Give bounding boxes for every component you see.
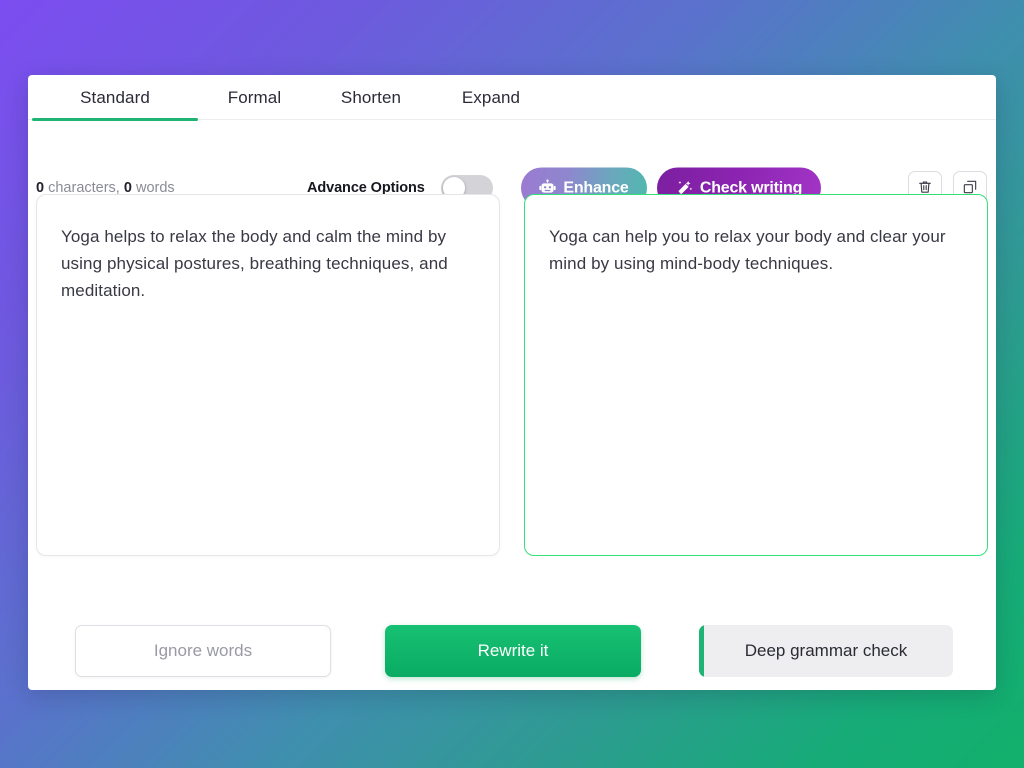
footer-actions: Ignore words Rewrite it Deep grammar che… [28,585,996,690]
editor-panels: Yoga helps to relax the body and calm th… [36,194,988,556]
ignore-words-label: Ignore words [153,641,253,660]
deep-grammar-check-button[interactable]: Deep grammar check [699,625,953,677]
result-text: Yoga can help you to relax your body and… [549,227,946,273]
deep-grammar-check-label: Deep grammar check [744,641,908,660]
result-text-panel[interactable]: Yoga can help you to relax your body and… [524,194,988,556]
mode-tab-bar: Standard Formal Shorten Expand [28,75,996,121]
tab-expand[interactable]: Expand [431,75,551,120]
editor-toolbar: 0 characters, 0 words Advance Options En… [28,120,996,209]
tab-formal[interactable]: Formal [198,75,311,120]
rewriter-app-card: Standard Formal Shorten Expand 0 charact… [28,75,996,690]
source-text: Yoga helps to relax the body and calm th… [61,227,448,300]
tab-shorten-label: Shorten [340,87,402,107]
tab-formal-label: Formal [227,87,282,107]
rewrite-it-button[interactable]: Rewrite it [385,625,641,677]
tab-standard-label: Standard [80,87,150,107]
ignore-words-button[interactable]: Ignore words [75,625,331,677]
source-text-panel[interactable]: Yoga helps to relax the body and calm th… [36,194,500,556]
tab-standard[interactable]: Standard [32,75,198,121]
tab-shorten[interactable]: Shorten [311,75,431,120]
rewrite-it-label: Rewrite it [477,641,549,660]
tab-expand-label: Expand [461,87,521,107]
